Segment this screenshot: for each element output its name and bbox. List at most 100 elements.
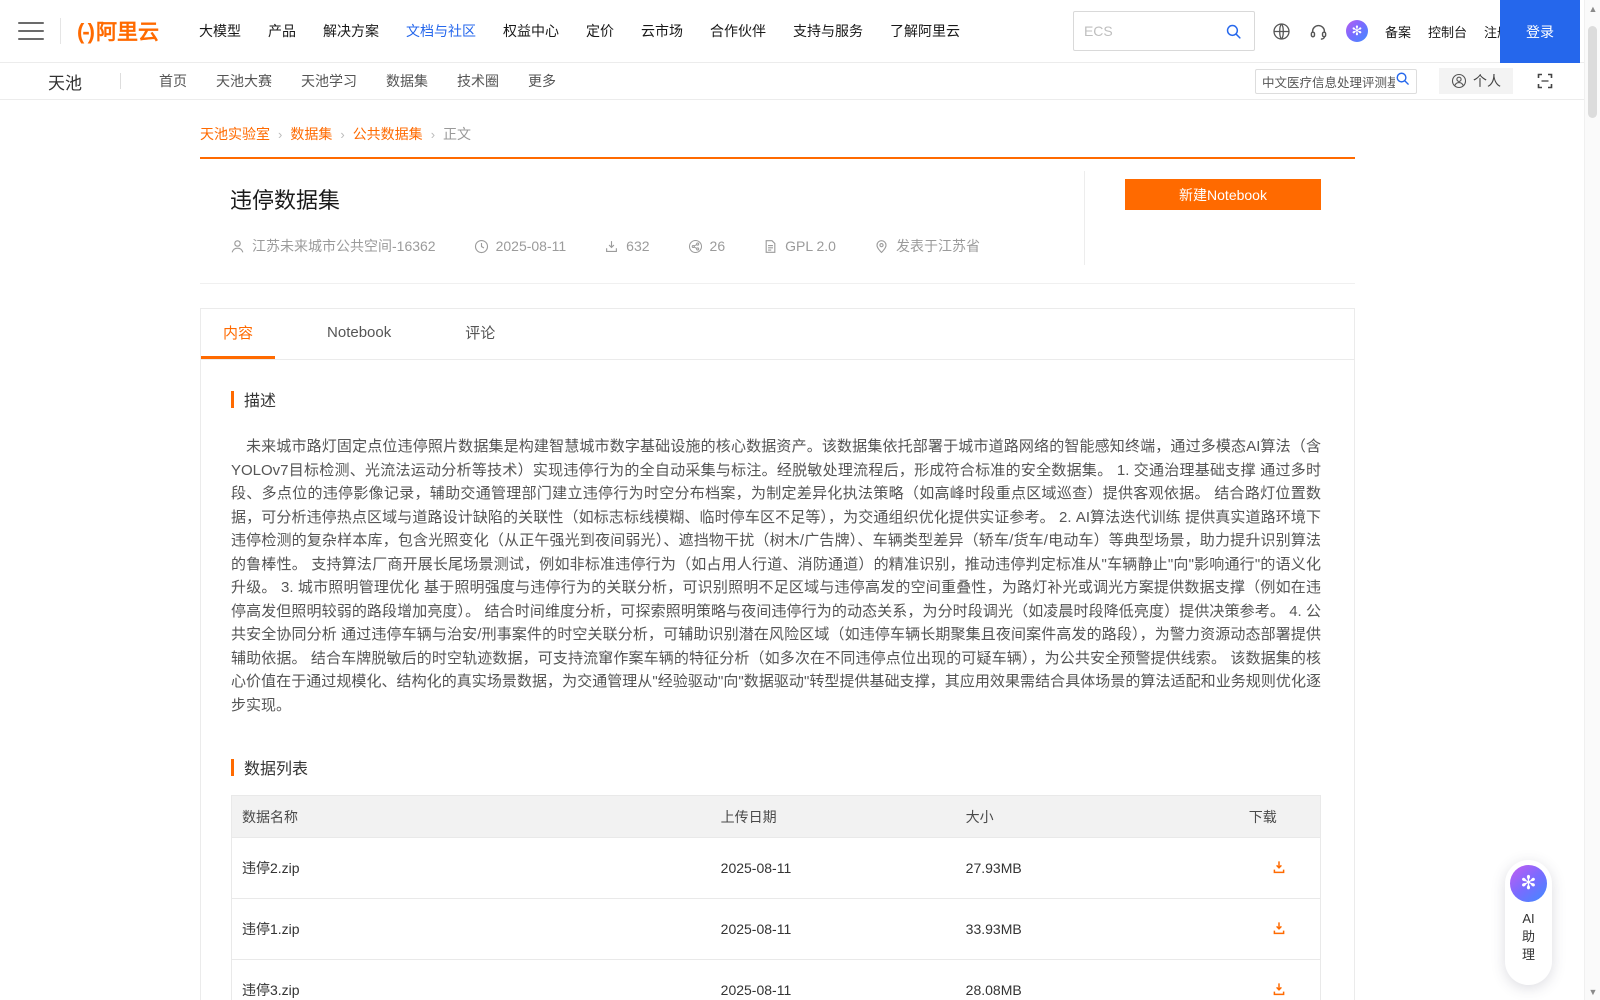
description-section-title: 描述 xyxy=(244,387,276,411)
section-accent-bar xyxy=(231,391,234,408)
tab-comments[interactable]: 评论 xyxy=(443,309,517,359)
tc-nav-tech-circle[interactable]: 技术圈 xyxy=(457,71,499,91)
scan-qr-icon[interactable] xyxy=(1535,71,1555,91)
dataset-meta-row: 江苏未来城市公共空间-16362 2025-08-11 632 26 GPL 2… xyxy=(230,236,1065,256)
ai-assistant-widget[interactable]: ✻ AI 助 理 xyxy=(1505,860,1552,985)
nav-item-docs-community[interactable]: 文档与社区 xyxy=(406,21,476,41)
login-button[interactable]: 登录 xyxy=(1500,0,1580,63)
breadcrumb-separator: › xyxy=(431,127,435,142)
description-text: 未来城市路灯固定点位违停照片数据集是构建智慧城市数字基础设施的核心数据资产。该数… xyxy=(231,435,1321,717)
file-date: 2025-08-11 xyxy=(711,899,956,960)
nav-item-benefits[interactable]: 权益中心 xyxy=(503,21,559,41)
nav-item-support[interactable]: 支持与服务 xyxy=(793,21,863,41)
nav-item-products[interactable]: 产品 xyxy=(268,21,296,41)
tab-panel-content: 描述 未来城市路灯固定点位违停照片数据集是构建智慧城市数字基础设施的核心数据资产… xyxy=(201,387,1354,1000)
table-row: 违停3.zip 2025-08-11 28.08MB xyxy=(232,960,1321,1000)
global-search-box[interactable] xyxy=(1073,11,1255,51)
file-size: 28.08MB xyxy=(956,960,1239,1000)
tc-nav-datasets[interactable]: 数据集 xyxy=(386,71,428,91)
tianchi-search-input[interactable] xyxy=(1262,74,1395,88)
tc-nav-competitions[interactable]: 天池大赛 xyxy=(216,71,272,91)
license-file-icon xyxy=(763,239,778,254)
crumb-current: 正文 xyxy=(443,124,471,144)
meta-author: 江苏未来城市公共空间-16362 xyxy=(230,236,436,256)
nav-item-pricing[interactable]: 定价 xyxy=(586,21,614,41)
nav-item-solutions[interactable]: 解决方案 xyxy=(323,21,379,41)
scrollbar-up-arrow[interactable]: ▲ xyxy=(1585,4,1600,14)
global-search-input[interactable] xyxy=(1084,23,1224,39)
user-icon xyxy=(230,239,245,254)
ai-assistant-label: AI 助 理 xyxy=(1522,910,1535,964)
col-header-download: 下载 xyxy=(1239,796,1321,838)
breadcrumb-separator: › xyxy=(340,127,344,142)
tianchi-search-box[interactable] xyxy=(1255,69,1417,94)
col-header-date: 上传日期 xyxy=(711,796,956,838)
tianchi-navbar: 天池 首页 天池大赛 天池学习 数据集 技术圈 更多 个人 xyxy=(0,63,1600,100)
profile-label: 个人 xyxy=(1473,71,1501,91)
globe-icon[interactable] xyxy=(1272,21,1292,41)
download-file-icon[interactable] xyxy=(1271,981,1287,1000)
aliyun-logo[interactable]: (-) 阿里云 xyxy=(77,16,159,46)
file-date: 2025-08-11 xyxy=(711,838,956,899)
share-icon xyxy=(688,239,703,254)
tc-nav-learning[interactable]: 天池学习 xyxy=(301,71,357,91)
tc-nav-home[interactable]: 首页 xyxy=(159,71,187,91)
table-header-row: 数据名称 上传日期 大小 下载 xyxy=(232,796,1321,838)
tab-content[interactable]: 内容 xyxy=(201,309,275,359)
section-accent-bar xyxy=(231,759,234,776)
description-section-header: 描述 xyxy=(231,387,1321,411)
aliyun-logo-mark: (-) xyxy=(77,19,93,45)
dataset-header: 违停数据集 江苏未来城市公共空间-16362 2025-08-11 632 26… xyxy=(200,159,1355,284)
tab-notebook[interactable]: Notebook xyxy=(305,309,413,359)
file-name: 违停2.zip xyxy=(232,838,711,899)
nav-item-marketplace[interactable]: 云市场 xyxy=(641,21,683,41)
topnav-right-cluster: ✻ 备案 控制台 注册 xyxy=(1073,11,1510,51)
tianchi-menu: 首页 天池大赛 天池学习 数据集 技术圈 更多 xyxy=(159,71,556,91)
nav-item-about[interactable]: 了解阿里云 xyxy=(890,21,960,41)
scrollbar-down-arrow[interactable]: ▼ xyxy=(1585,987,1600,997)
table-row: 违停1.zip 2025-08-11 33.93MB xyxy=(232,899,1321,960)
tianchi-right-cluster: 个人 xyxy=(1255,68,1555,94)
data-file-table: 数据名称 上传日期 大小 下载 违停2.zip 2025-08-11 27.93… xyxy=(231,795,1321,1000)
divider xyxy=(1084,171,1085,265)
tab-bar: 内容 Notebook 评论 xyxy=(201,309,1354,360)
download-file-icon[interactable] xyxy=(1271,920,1287,939)
clock-icon xyxy=(474,239,489,254)
crumb-tianchi-lab[interactable]: 天池实验室 xyxy=(200,124,270,144)
headset-support-icon[interactable] xyxy=(1309,21,1329,41)
scrollbar-thumb[interactable] xyxy=(1588,26,1597,118)
console-link[interactable]: 控制台 xyxy=(1428,22,1467,41)
meta-date: 2025-08-11 xyxy=(474,238,567,254)
file-name: 违停1.zip xyxy=(232,899,711,960)
crumb-public-datasets[interactable]: 公共数据集 xyxy=(353,124,423,144)
crumb-datasets[interactable]: 数据集 xyxy=(290,124,332,144)
nav-item-large-model[interactable]: 大模型 xyxy=(199,21,241,41)
ai-agent-icon[interactable]: ✻ xyxy=(1346,20,1368,42)
nav-item-partners[interactable]: 合作伙伴 xyxy=(710,21,766,41)
file-date: 2025-08-11 xyxy=(711,960,956,1000)
new-notebook-button[interactable]: 新建Notebook xyxy=(1125,179,1321,210)
file-size: 33.93MB xyxy=(956,899,1239,960)
col-header-size: 大小 xyxy=(956,796,1239,838)
dataset-content-card: 内容 Notebook 评论 描述 未来城市路灯固定点位违停照片数据集是构建智慧… xyxy=(200,308,1355,1000)
datalist-section-header: 数据列表 xyxy=(231,755,1321,779)
download-icon xyxy=(604,239,619,254)
beian-link[interactable]: 备案 xyxy=(1385,22,1411,41)
tc-nav-more[interactable]: 更多 xyxy=(528,71,556,91)
col-header-name: 数据名称 xyxy=(232,796,711,838)
location-pin-icon xyxy=(874,239,889,254)
page-title: 违停数据集 xyxy=(230,183,1065,215)
search-icon[interactable] xyxy=(1395,71,1410,91)
main-menu: 大模型 产品 解决方案 文档与社区 权益中心 定价 云市场 合作伙伴 支持与服务… xyxy=(199,21,960,41)
tianchi-logo[interactable]: 天池 xyxy=(48,69,82,94)
profile-button[interactable]: 个人 xyxy=(1439,68,1513,94)
download-file-icon[interactable] xyxy=(1271,859,1287,878)
user-icon xyxy=(1451,73,1467,89)
meta-location: 发表于江苏省 xyxy=(874,236,980,256)
top-navbar: (-) 阿里云 大模型 产品 解决方案 文档与社区 权益中心 定价 云市场 合作… xyxy=(0,0,1600,63)
search-icon[interactable] xyxy=(1224,21,1244,41)
hamburger-menu-icon[interactable] xyxy=(18,22,44,40)
file-name: 违停3.zip xyxy=(232,960,711,1000)
page-scrollbar[interactable]: ▲ ▼ xyxy=(1584,0,1600,1000)
ai-assistant-icon: ✻ xyxy=(1510,865,1547,902)
